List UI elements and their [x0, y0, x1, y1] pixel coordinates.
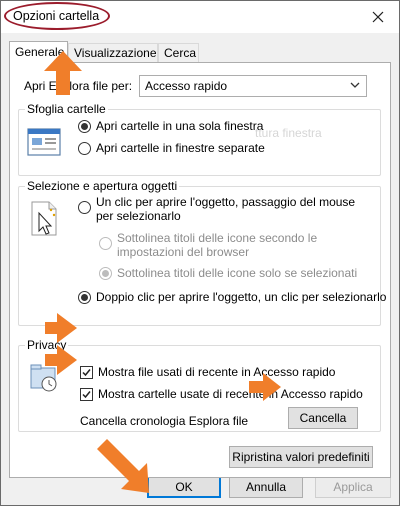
ghost-text: ttura finestra [255, 126, 322, 140]
title-bar: Opzioni cartella [1, 1, 399, 33]
open-explorer-selected-value: Accesso rapido [145, 79, 228, 93]
underline-browser-radio[interactable] [99, 237, 112, 250]
ok-button[interactable]: OK [147, 475, 221, 498]
single-click-radio[interactable] [78, 201, 91, 214]
click-items-group: Selezione e apertura oggetti Un clic per… [18, 179, 386, 326]
click-items-title: Selezione e apertura oggetti [25, 179, 180, 193]
dialog-body: Generale Visualizzazione Cerca Apri Espl… [1, 33, 399, 505]
show-recent-files-checkbox[interactable] [80, 366, 93, 379]
open-separate-windows-label: Apri cartelle in finestre separate [96, 141, 265, 155]
show-frequent-folders-label: Mostra cartelle usate di recente in Acce… [98, 387, 363, 401]
close-icon [372, 11, 384, 23]
apply-button[interactable]: Applica [315, 475, 391, 498]
privacy-folder-icon [30, 364, 57, 392]
clear-history-button[interactable]: Cancella [288, 407, 358, 429]
browse-folders-title: Sfoglia cartelle [25, 102, 108, 116]
double-click-label: Doppio clic per aprire l'oggetto, un cli… [96, 290, 387, 304]
privacy-group: Privacy Mostra file usati di recente in … [18, 338, 381, 432]
restore-defaults-button[interactable]: Ripristina valori predefiniti [229, 446, 373, 468]
browse-folders-group: Sfoglia cartelle Apri cartelle in una so… [18, 102, 381, 176]
tab-search[interactable]: Cerca [158, 43, 199, 62]
chevron-down-icon [350, 79, 360, 93]
tab-view[interactable]: Visualizzazione [68, 43, 158, 62]
open-separate-windows-radio[interactable] [78, 142, 91, 155]
clear-history-label: Cancella cronologia Esplora file [80, 414, 249, 428]
title-highlight-ellipse [4, 2, 110, 30]
close-button[interactable] [363, 5, 393, 29]
show-recent-files-label: Mostra file usati di recente in Accesso … [98, 365, 336, 379]
single-click-label-line1: Un clic per aprire l'oggetto, passaggio … [96, 195, 356, 209]
underline-hover-label: Sottolinea titoli delle icone solo se se… [117, 266, 358, 280]
folder-options-dialog: Opzioni cartella Generale Visualizzazion… [0, 0, 400, 506]
double-click-radio[interactable] [78, 291, 91, 304]
window-icon [27, 128, 61, 156]
open-explorer-dropdown[interactable]: Accesso rapido [139, 75, 367, 97]
cancel-button[interactable]: Annulla [229, 475, 303, 498]
underline-hover-radio[interactable] [99, 267, 112, 280]
single-click-label-line2: per selezionarlo [96, 209, 181, 223]
privacy-title: Privacy [25, 338, 69, 352]
underline-browser-label-line1: Sottolinea titoli delle icone secondo le [117, 231, 318, 245]
tab-general[interactable]: Generale [9, 41, 68, 63]
open-same-window-label: Apri cartelle in una sola finestra [96, 119, 264, 133]
open-explorer-label: Apri Esplora file per: [24, 79, 133, 93]
cursor-click-icon [31, 201, 57, 236]
checkmark-icon [82, 391, 91, 399]
open-same-window-radio[interactable] [78, 120, 91, 133]
general-tab-panel: Apri Esplora file per: Accesso rapido Sf… [9, 62, 391, 478]
show-frequent-folders-checkbox[interactable] [80, 388, 93, 401]
underline-browser-label-line2: impostazioni del browser [117, 245, 250, 259]
checkmark-icon [82, 369, 91, 377]
